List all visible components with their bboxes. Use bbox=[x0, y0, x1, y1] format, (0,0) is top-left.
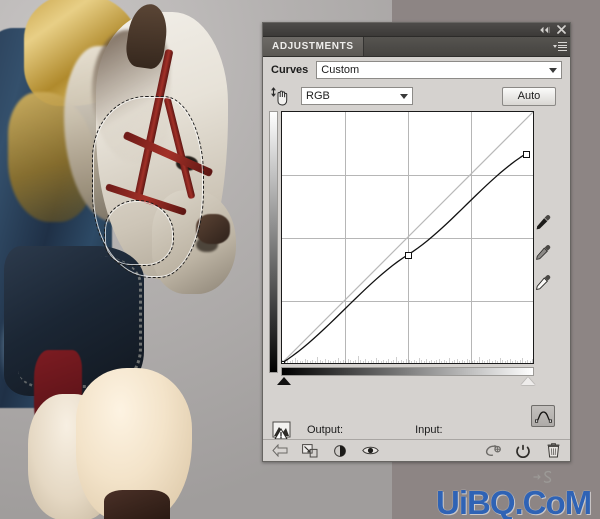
curve-point-highlight[interactable] bbox=[523, 150, 531, 158]
curves-channel-value: RGB bbox=[306, 90, 330, 102]
chevron-down-icon bbox=[400, 93, 408, 99]
toggle-layer-visibility-eye-icon[interactable] bbox=[361, 443, 379, 459]
marching-ants-selection-inner bbox=[104, 200, 174, 266]
double-chevron-left-icon[interactable] bbox=[539, 26, 550, 34]
curve-point-midtone[interactable] bbox=[404, 251, 412, 259]
black-point-slider[interactable] bbox=[277, 377, 291, 385]
auto-button-label: Auto bbox=[517, 90, 541, 102]
input-label: Input: bbox=[415, 424, 443, 436]
adjustments-panel: ADJUSTMENTS Curves Custom RGB Auto Outpu… bbox=[262, 22, 571, 483]
curve-plot bbox=[282, 112, 533, 363]
close-icon[interactable] bbox=[557, 25, 566, 34]
panel-bottom-bar bbox=[263, 439, 570, 461]
curves-channel-dropdown[interactable]: RGB bbox=[301, 87, 413, 105]
watermark: UiBQ.CoM bbox=[436, 484, 592, 519]
chevron-down-icon bbox=[549, 67, 557, 73]
curves-preset-row: Curves Custom bbox=[263, 57, 570, 83]
rgb-curve-line bbox=[282, 153, 526, 363]
toggle-mask-view-icon[interactable] bbox=[331, 443, 349, 459]
reset-previous-icon[interactable] bbox=[484, 443, 502, 459]
tab-adjustments[interactable]: ADJUSTMENTS bbox=[263, 37, 364, 56]
clipping-warning-icon[interactable] bbox=[271, 419, 293, 441]
curves-preset-dropdown[interactable]: Custom bbox=[316, 61, 562, 79]
curves-editor[interactable] bbox=[269, 111, 562, 385]
panel-tabbar: ADJUSTMENTS bbox=[263, 37, 570, 57]
delete-adjustment-trash-icon[interactable] bbox=[544, 443, 562, 459]
tab-adjustments-label: ADJUSTMENTS bbox=[272, 41, 354, 52]
baseline-diagonal bbox=[282, 112, 533, 363]
curves-preset-value: Custom bbox=[321, 64, 360, 76]
white-point-slider[interactable] bbox=[521, 377, 535, 385]
curve-grid[interactable] bbox=[281, 111, 534, 364]
output-gradient-bar bbox=[269, 111, 278, 373]
auto-button[interactable]: Auto bbox=[502, 86, 556, 106]
panel-titlebar bbox=[263, 23, 570, 37]
curves-channel-row: RGB Auto bbox=[263, 83, 570, 109]
curves-title-label: Curves bbox=[271, 64, 309, 76]
app-window: ADJUSTMENTS Curves Custom RGB Auto Outpu… bbox=[0, 0, 600, 519]
output-label: Output: bbox=[307, 424, 344, 436]
rider-boot bbox=[104, 490, 170, 519]
input-gradient-bar bbox=[281, 367, 534, 376]
targeted-adjustment-hand-icon[interactable] bbox=[269, 86, 293, 106]
tabbar-filler bbox=[364, 37, 550, 56]
clip-to-layer-icon[interactable] bbox=[301, 443, 319, 459]
previous-state-icon[interactable] bbox=[271, 443, 289, 459]
curve-point-shadow[interactable] bbox=[282, 361, 285, 363]
panel-menu-icon[interactable] bbox=[550, 37, 570, 56]
reset-adjustment-icon[interactable] bbox=[514, 443, 532, 459]
